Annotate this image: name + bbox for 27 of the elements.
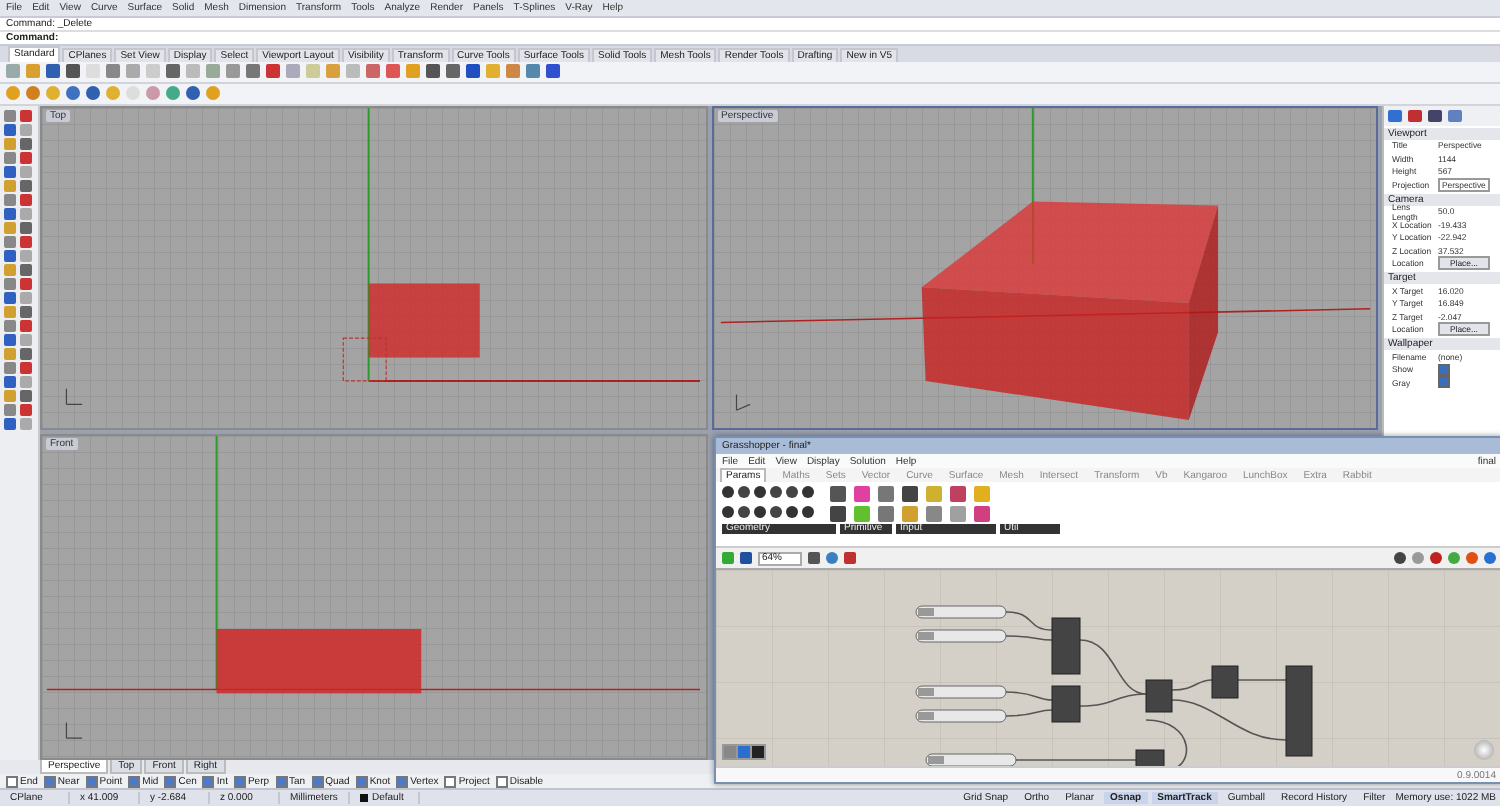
checkbox[interactable] <box>233 775 246 788</box>
component-node[interactable] <box>1211 665 1239 699</box>
component-node[interactable] <box>1051 617 1081 675</box>
grasshopper-canvas[interactable] <box>716 570 1500 766</box>
slider-node[interactable] <box>915 605 1007 619</box>
slider-node[interactable] <box>925 753 1017 766</box>
component-node[interactable] <box>1051 685 1081 723</box>
checkbox[interactable] <box>311 775 324 788</box>
slider-node[interactable] <box>915 709 1007 723</box>
checkbox[interactable] <box>444 775 457 788</box>
layer-color-icon <box>360 794 368 803</box>
component-node[interactable] <box>1145 679 1173 713</box>
checkbox[interactable] <box>202 775 215 788</box>
checkbox[interactable] <box>1438 376 1450 389</box>
slider-node[interactable] <box>915 629 1007 643</box>
checkbox[interactable] <box>164 775 177 788</box>
checkbox[interactable] <box>396 775 409 788</box>
checkbox[interactable] <box>85 775 98 788</box>
checkbox[interactable] <box>495 775 508 788</box>
checkbox[interactable] <box>6 775 18 788</box>
checkbox[interactable] <box>128 775 141 788</box>
checkbox[interactable] <box>43 775 56 788</box>
checkbox[interactable] <box>355 775 368 788</box>
checkbox[interactable] <box>275 775 288 788</box>
slider-node[interactable] <box>915 685 1007 699</box>
component-node[interactable] <box>1285 665 1313 757</box>
checkbox[interactable] <box>1438 363 1450 376</box>
